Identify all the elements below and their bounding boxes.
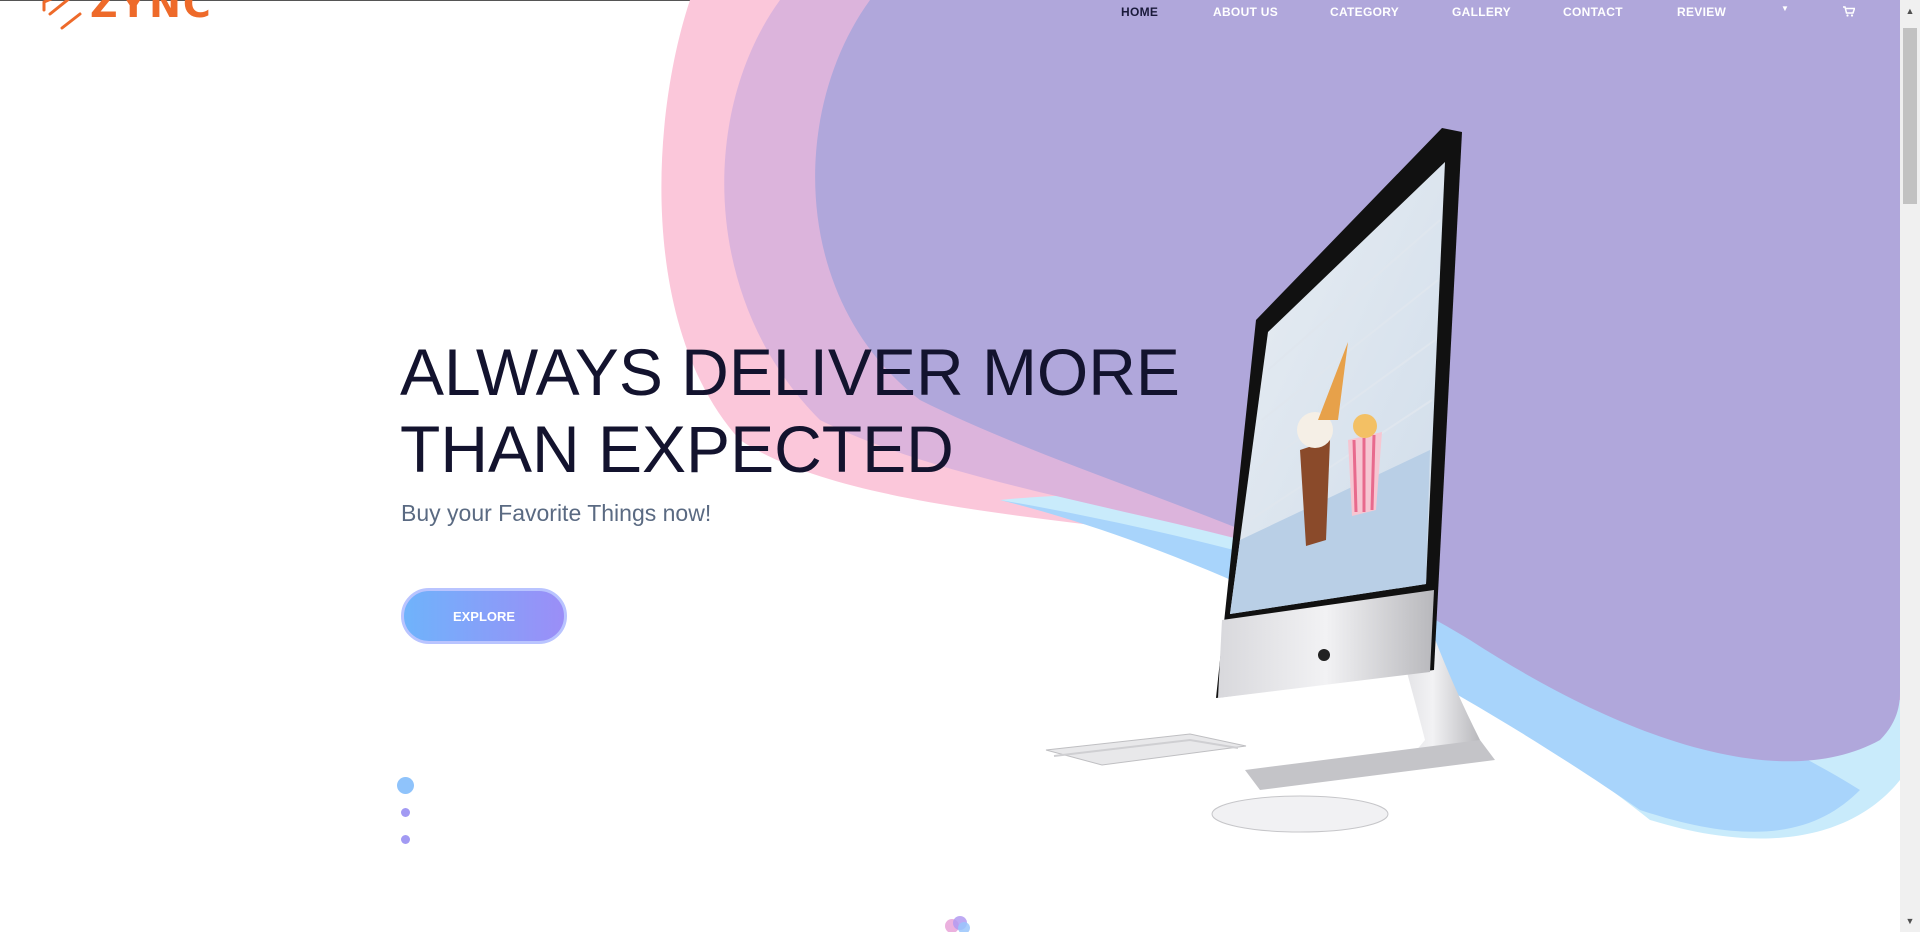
scrollbar-thumb[interactable] [1903, 28, 1917, 204]
loader-flower-icon [945, 916, 970, 932]
nav-about-us[interactable]: ABOUT US [1213, 5, 1278, 19]
slider-dot-1[interactable] [397, 777, 414, 794]
scroll-up-arrow-icon[interactable]: ▲ [1900, 2, 1920, 20]
logo-mark-icon [42, 0, 82, 30]
nav-home[interactable]: HOME [1121, 5, 1158, 19]
scroll-down-arrow-icon[interactable]: ▼ [1900, 912, 1920, 930]
slider-dot-2[interactable] [401, 808, 410, 817]
vertical-scrollbar[interactable]: ▲ ▼ [1900, 0, 1920, 932]
explore-button[interactable]: EXPLORE [401, 588, 567, 644]
shopping-cart-icon[interactable] [1843, 4, 1856, 22]
hero-title-line-2: THAN EXPECTED [400, 412, 954, 486]
nav-category[interactable]: CATEGORY [1330, 5, 1399, 19]
nav-gallery[interactable]: GALLERY [1452, 5, 1511, 19]
caret-down-icon[interactable]: ▼ [1781, 4, 1789, 13]
slider-dot-3[interactable] [401, 835, 410, 844]
hero-subtitle: Buy your Favorite Things now! [401, 500, 712, 526]
nav-contact[interactable]: CONTACT [1563, 5, 1623, 19]
logo-text: ZYNC [90, 0, 213, 26]
site-logo[interactable]: ZYNC [40, 0, 211, 34]
desktop-computer-image [1045, 128, 1495, 833]
nav-review[interactable]: REVIEW [1677, 5, 1726, 19]
